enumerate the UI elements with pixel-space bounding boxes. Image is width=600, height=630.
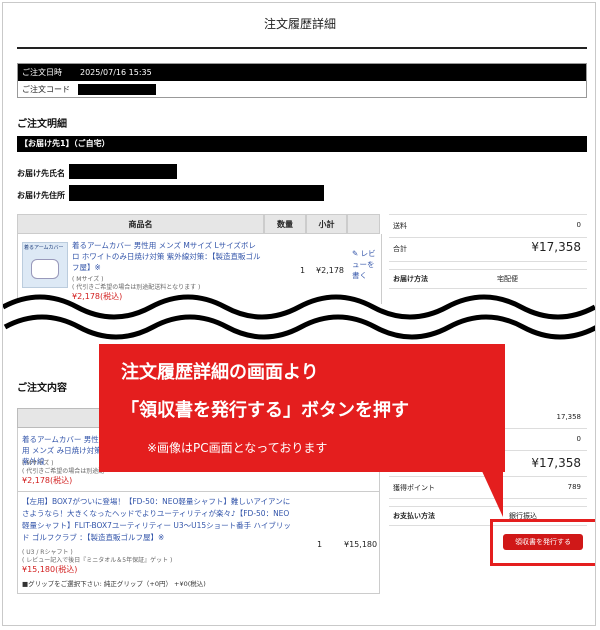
total-label: 合計 (393, 245, 407, 253)
product-subtotal: ¥2,178 (316, 266, 344, 275)
callout-pointer (481, 469, 503, 517)
item2-qty: 1 (317, 540, 323, 549)
total-row: 合計 ¥17,358 (389, 236, 587, 262)
item1-price: ¥2,178(税込) (22, 476, 73, 485)
address-label: お届け先住所 (17, 191, 65, 200)
item2-note: ( レビュー記入で後日『ミニタオル＆5年保証』ゲット ) (22, 557, 173, 564)
callout-line-2: 「領収書を発行する」ボタンを押す (121, 400, 409, 421)
destination-bar: 【お届け先1】（ご自宅） (17, 136, 587, 152)
item2-subtotal: ¥15,180 (344, 540, 378, 549)
redacted-name (69, 164, 177, 179)
button-highlight-box (490, 519, 595, 566)
name-label: お届け先氏名 (17, 169, 65, 178)
list-item: 【左用】BOX7がついに登場！【FD-50：NEO軽量シャフト】難しいアイアンに… (17, 492, 380, 594)
order-code-row: ご注文コード (18, 81, 586, 98)
order-date-row: ご注文日時 2025/07/16 15:35 (18, 64, 586, 81)
order-date-value: 2025/07/16 15:35 (80, 68, 152, 77)
col-header-subtotal: 小計 (306, 214, 347, 234)
redacted-order-code (78, 84, 156, 95)
title-divider (17, 47, 587, 49)
order-date-label: ご注文日時 (22, 68, 62, 77)
shipping-value: 0 (576, 221, 581, 229)
item2-price: ¥15,180(税込) (22, 565, 78, 574)
callout-note: ※画像はPC画面となっております (147, 441, 328, 455)
col-header-product: 商品名 (17, 214, 264, 234)
shipping-row: 送料 0 (389, 214, 587, 238)
write-review-link[interactable]: ✎ レビューを書く (352, 248, 378, 281)
points-label: 獲得ポイント (393, 484, 435, 492)
item2-grip-option: ■グリップをご選択下さい: 純正グリップ（+0円） +¥0(税込) (22, 580, 206, 588)
bottom-subtotal-value: 17,358 (556, 413, 582, 421)
item1-note: ( 代引きご希望の場合は別途配 (22, 468, 105, 475)
order-code-label: ご注文コード (22, 85, 70, 94)
page-title: 注文履歴詳細 (263, 17, 336, 31)
order-contents-heading: ご注文内容 (17, 383, 67, 394)
bottom-total-value: ¥17,358 (531, 456, 581, 470)
col-header-blank (347, 214, 380, 234)
col-header-qty: 数量 (264, 214, 306, 234)
screenshot-frame: 注文履歴詳細 ご注文日時 2025/07/16 15:35 ご注文コード ご注文… (2, 2, 596, 626)
product-name-link[interactable]: 着るアームカバー 男性用 メンズ Mサイズ Lサイズボレロ ホワイトのみ日焼け対… (72, 240, 262, 273)
order-info-box: ご注文日時 2025/07/16 15:35 ご注文コード (17, 63, 587, 98)
shipping-label: 送料 (393, 222, 407, 230)
bottom-shipping-value: 0 (576, 435, 581, 443)
callout-line-1: 注文履歴詳細の画面より (121, 362, 319, 383)
redacted-address (69, 185, 324, 201)
torn-separator (3, 294, 595, 340)
instruction-callout: 注文履歴詳細の画面より 「領収書を発行する」ボタンを押す ※画像はPC画面となっ… (99, 344, 505, 472)
product-qty: 1 (300, 266, 306, 275)
payment-label: お支払い方法 (393, 512, 435, 520)
total-value: ¥17,358 (531, 240, 581, 254)
item2-name-link[interactable]: 【左用】BOX7がついに登場！【FD-50：NEO軽量シャフト】難しいアイアンに… (22, 496, 292, 544)
points-value: 789 (567, 483, 581, 491)
details-heading: ご注文明細 (17, 119, 67, 130)
